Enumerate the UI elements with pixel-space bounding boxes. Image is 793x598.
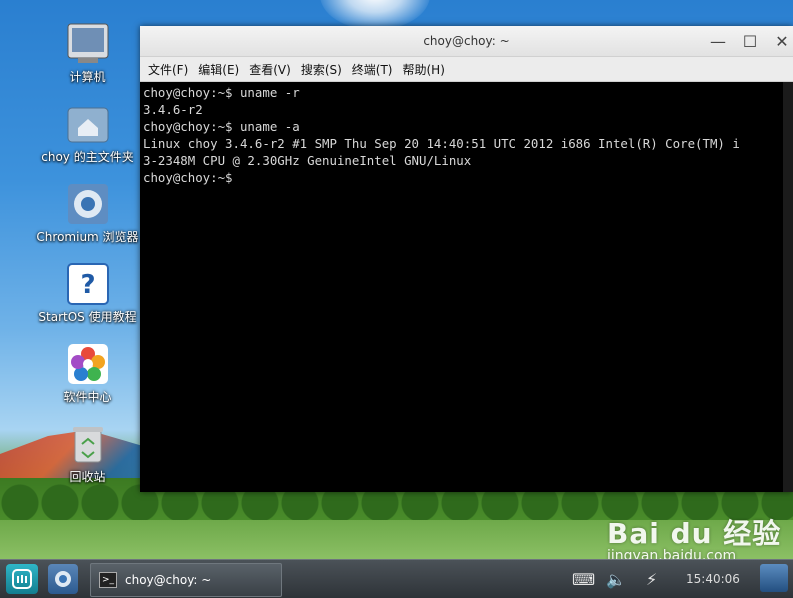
desktop-icon-trash[interactable]: 回收站: [30, 422, 145, 485]
desktop-icon-software-center[interactable]: 软件中心: [30, 342, 145, 405]
minimize-button[interactable]: —: [708, 31, 728, 51]
menu-help[interactable]: 帮助(H): [403, 61, 445, 78]
volume-icon[interactable]: 🔈: [606, 570, 626, 589]
terminal-output[interactable]: choy@choy:~$ uname -r 3.4.6-r2 choy@choy…: [140, 82, 793, 490]
desktop-icon-label: 软件中心: [63, 390, 112, 404]
desktop-icon-chromium[interactable]: Chromium 浏览器: [30, 182, 145, 245]
chromium-icon: [55, 571, 71, 587]
taskbar-item-terminal[interactable]: >_ choy@choy: ~: [90, 563, 282, 597]
desktop-icon-label: 计算机: [69, 70, 106, 84]
clock[interactable]: 15:40:06: [686, 572, 740, 586]
terminal-line: 3.4.6-r2: [143, 102, 203, 117]
trash-icon: [66, 422, 110, 466]
keyboard-icon[interactable]: ⌨: [572, 570, 595, 589]
start-logo-icon: [12, 569, 32, 589]
start-menu-button[interactable]: [6, 564, 38, 594]
desktop-icon-label: choy 的主文件夹: [41, 150, 134, 164]
help-icon: ?: [66, 262, 110, 306]
baidu-watermark: Bai du 经验 jingyan.baidu.com: [607, 512, 781, 564]
desktop-icon-label: StartOS 使用教程: [38, 310, 137, 324]
terminal-icon: >_: [99, 572, 117, 588]
taskbar-chromium-launcher[interactable]: [48, 564, 78, 594]
window-titlebar[interactable]: choy@choy: ~ — ☐ ✕: [140, 26, 793, 57]
terminal-line: choy@choy:~$ uname -a: [143, 119, 300, 134]
menu-terminal[interactable]: 终端(T): [352, 61, 393, 78]
computer-icon: [66, 22, 110, 66]
window-title: choy@choy: ~: [423, 34, 510, 48]
terminal-line: Linux choy 3.4.6-r2 #1 SMP Thu Sep 20 14…: [143, 136, 740, 151]
home-folder-icon: [66, 102, 110, 146]
taskbar: >_ choy@choy: ~ ⌨ 🔈 ⚡ 15:40:06: [0, 559, 793, 598]
desktop-icon-home-folder[interactable]: choy 的主文件夹: [30, 102, 145, 165]
close-button[interactable]: ✕: [772, 31, 792, 51]
terminal-scrollbar[interactable]: [783, 82, 793, 492]
taskbar-item-label: choy@choy: ~: [125, 573, 212, 587]
network-icon[interactable]: ⚡: [646, 570, 657, 589]
menu-bar: 文件(F) 编辑(E) 查看(V) 搜索(S) 终端(T) 帮助(H): [140, 57, 793, 82]
desktop-icon-label: Chromium 浏览器: [36, 230, 139, 244]
desktop-icon-label: 回收站: [69, 470, 106, 484]
show-desktop-button[interactable]: [760, 564, 788, 592]
menu-view[interactable]: 查看(V): [249, 61, 291, 78]
terminal-window[interactable]: choy@choy: ~ — ☐ ✕ 文件(F) 编辑(E) 查看(V) 搜索(…: [140, 26, 793, 492]
terminal-line: choy@choy:~$ uname -r: [143, 85, 300, 100]
desktop-icon-computer[interactable]: 计算机: [30, 22, 145, 85]
watermark-brand: Bai du 经验: [607, 517, 782, 550]
menu-search[interactable]: 搜索(S): [301, 61, 342, 78]
terminal-line: choy@choy:~$: [143, 170, 233, 185]
terminal-line: 3-2348M CPU @ 2.30GHz GenuineIntel GNU/L…: [143, 153, 472, 168]
svg-text:?: ?: [80, 270, 95, 300]
chromium-icon: [66, 182, 110, 226]
menu-edit[interactable]: 编辑(E): [198, 61, 239, 78]
software-center-icon: [66, 342, 110, 386]
maximize-button[interactable]: ☐: [740, 31, 760, 51]
desktop-icon-startos-help[interactable]: ? StartOS 使用教程: [30, 262, 145, 325]
menu-file[interactable]: 文件(F): [148, 61, 188, 78]
